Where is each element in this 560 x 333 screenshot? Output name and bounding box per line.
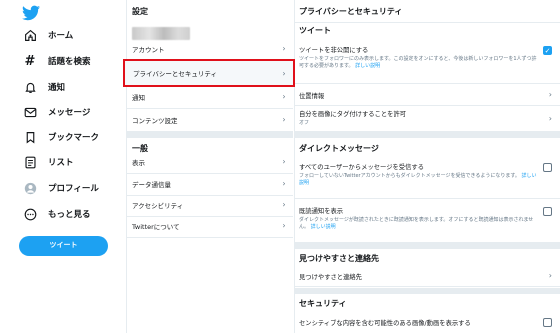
setting-title: 位置情報: [299, 93, 325, 100]
setting-title: 自分を画像にタグ付けすることを許可: [299, 111, 407, 118]
nav-label: メッセージ: [48, 108, 91, 118]
settings-item-label: プライバシーとセキュリティ: [133, 70, 217, 78]
settings-item-label: 通知: [132, 93, 145, 102]
settings-item-label: 表示: [132, 158, 145, 167]
checkmark-icon: ✓: [543, 46, 552, 55]
setting-title: 既読通知を表示: [299, 208, 344, 215]
settings-item-privacy[interactable]: プライバシーとセキュリティ ›: [123, 59, 295, 87]
section-divider: [295, 288, 560, 294]
privacy-detail-panel: プライバシーとセキュリティ ツイート ツイートを非公開にする ツイートをフォロワ…: [295, 0, 560, 333]
nav-item-bookmarks[interactable]: ブックマーク: [22, 126, 99, 148]
chevron-right-icon: ›: [282, 92, 286, 101]
dm-from-anyone-setting[interactable]: すべてのユーザーからメッセージを受信する フォローしていないTwitterアカウ…: [295, 159, 560, 199]
nav-label: ホーム: [48, 31, 74, 41]
setting-title: 見つけやすさと連絡先: [299, 274, 362, 281]
setting-title: すべてのユーザーからメッセージを受信する: [299, 164, 424, 171]
nav-label: 話題を検索: [48, 57, 91, 67]
settings-item-about[interactable]: Twitterについて ›: [127, 214, 293, 238]
chevron-right-icon: ›: [282, 44, 286, 53]
nav-item-explore[interactable]: # 話題を検索: [22, 50, 91, 72]
settings-item-label: コンテンツ設定: [132, 116, 178, 125]
bell-icon: [22, 79, 38, 95]
nav-item-lists[interactable]: リスト: [22, 151, 74, 173]
settings-item-label: データ通信量: [132, 180, 171, 189]
nav-label: 通知: [48, 83, 66, 93]
settings-item-account[interactable]: アカウント ›: [127, 37, 293, 61]
checkbox-box: [543, 163, 552, 172]
primary-nav: ホーム # 話題を検索 通知 メッセージ ブックマーク リスト プロフィール も…: [0, 0, 127, 333]
learn-more-link[interactable]: 詳しい説明: [311, 224, 336, 230]
settings-item-label: Twitterについて: [132, 222, 180, 231]
setting-title: センシティブな内容を含む可能性のある画像/動画を表示する: [299, 320, 471, 327]
chevron-right-icon: ›: [282, 221, 286, 230]
nav-label: もっと見る: [48, 210, 91, 220]
discover-section-title: 見つけやすさと連絡先: [299, 253, 379, 263]
checkbox-box: [543, 318, 552, 327]
chevron-right-icon: ›: [548, 271, 552, 280]
security-section-title: セキュリティ: [299, 298, 347, 308]
chevron-right-icon: ›: [282, 157, 286, 166]
checkbox-box: [543, 207, 552, 216]
chevron-right-icon: ›: [548, 90, 552, 99]
nav-item-notifications[interactable]: 通知: [22, 76, 65, 98]
nav-item-profile[interactable]: プロフィール: [22, 177, 99, 199]
discoverability-setting[interactable]: 見つけやすさと連絡先 ›: [295, 267, 560, 287]
nav-item-messages[interactable]: メッセージ: [22, 101, 90, 123]
mail-icon: [22, 104, 38, 120]
settings-title: 設定: [132, 7, 148, 16]
read-receipts-setting[interactable]: 既読通知を表示 ダイレクトメッセージが既読されたときに既読通知を表示します。オフ…: [295, 203, 560, 243]
setting-description: ダイレクトメッセージが既読されたときに既読通知を表示します。オフにすると既読通知…: [299, 217, 540, 231]
dm-section-title: ダイレクトメッセージ: [299, 143, 379, 153]
chevron-right-icon: ›: [548, 114, 552, 123]
nav-item-more[interactable]: もっと見る: [22, 203, 91, 225]
profile-icon: [22, 180, 38, 196]
dm-all-desc: フォローしていないTwitterアカウントからもダイレクトメッセージを受信できる…: [299, 173, 520, 179]
hashtag-icon: #: [24, 53, 36, 69]
section-divider: [295, 132, 560, 138]
photo-tagging-setting[interactable]: 自分を画像にタグ付けすることを許可 オフ ›: [295, 106, 560, 132]
chevron-right-icon: ›: [282, 115, 286, 124]
learn-more-link[interactable]: 詳しい説明: [355, 63, 380, 69]
protect-desc: ツイートをフォロワーにのみ表示します。この設定をオンにすると、今後は新しいフォロ…: [299, 56, 537, 69]
chevron-right-icon: ›: [282, 68, 286, 78]
settings-item-display[interactable]: 表示 ›: [127, 150, 293, 174]
setting-description: ツイートをフォロワーにのみ表示します。この設定をオンにすると、今後は新しいフォロ…: [299, 56, 540, 70]
settings-item-notifications[interactable]: 通知 ›: [127, 85, 293, 109]
list-icon: [22, 154, 38, 170]
tweet-button[interactable]: ツイート: [19, 236, 108, 256]
settings-item-label: アクセシビリティ: [132, 201, 184, 210]
setting-title: ツイートを非公開にする: [299, 47, 369, 54]
chevron-right-icon: ›: [282, 200, 286, 209]
nav-label: ブックマーク: [48, 133, 100, 143]
dm-all-checkbox[interactable]: [543, 163, 552, 172]
chevron-right-icon: ›: [282, 179, 286, 188]
protect-checkbox[interactable]: ✓: [543, 46, 552, 55]
protect-tweets-setting[interactable]: ツイートを非公開にする ツイートをフォロワーにのみ表示します。この設定をオンにす…: [295, 42, 560, 84]
sensitive-checkbox[interactable]: [543, 318, 552, 327]
twitter-bird-icon[interactable]: [22, 5, 40, 21]
settings-item-content[interactable]: コンテンツ設定 ›: [127, 108, 293, 132]
setting-description: フォローしていないTwitterアカウントからもダイレクトメッセージを受信できる…: [299, 173, 540, 187]
more-icon: [22, 206, 38, 222]
detail-title: プライバシーとセキュリティ: [299, 6, 403, 16]
settings-item-label: アカウント: [132, 45, 165, 54]
bookmark-icon: [22, 129, 38, 145]
location-setting[interactable]: 位置情報 ›: [295, 84, 560, 106]
nav-label: リスト: [48, 158, 74, 168]
read-receipts-checkbox[interactable]: [543, 207, 552, 216]
nav-label: プロフィール: [48, 184, 99, 194]
home-icon: [22, 27, 38, 43]
section-divider: [295, 243, 560, 249]
sensitive-media-setting[interactable]: センシティブな内容を含む可能性のある画像/動画を表示する: [295, 313, 560, 333]
settings-list: 設定 アカウント › プライバシーとセキュリティ › 通知 › コンテンツ設定 …: [123, 0, 295, 333]
tweet-section-title: ツイート: [295, 22, 560, 38]
setting-sub: オフ: [299, 120, 310, 126]
nav-item-home[interactable]: ホーム: [22, 24, 73, 46]
